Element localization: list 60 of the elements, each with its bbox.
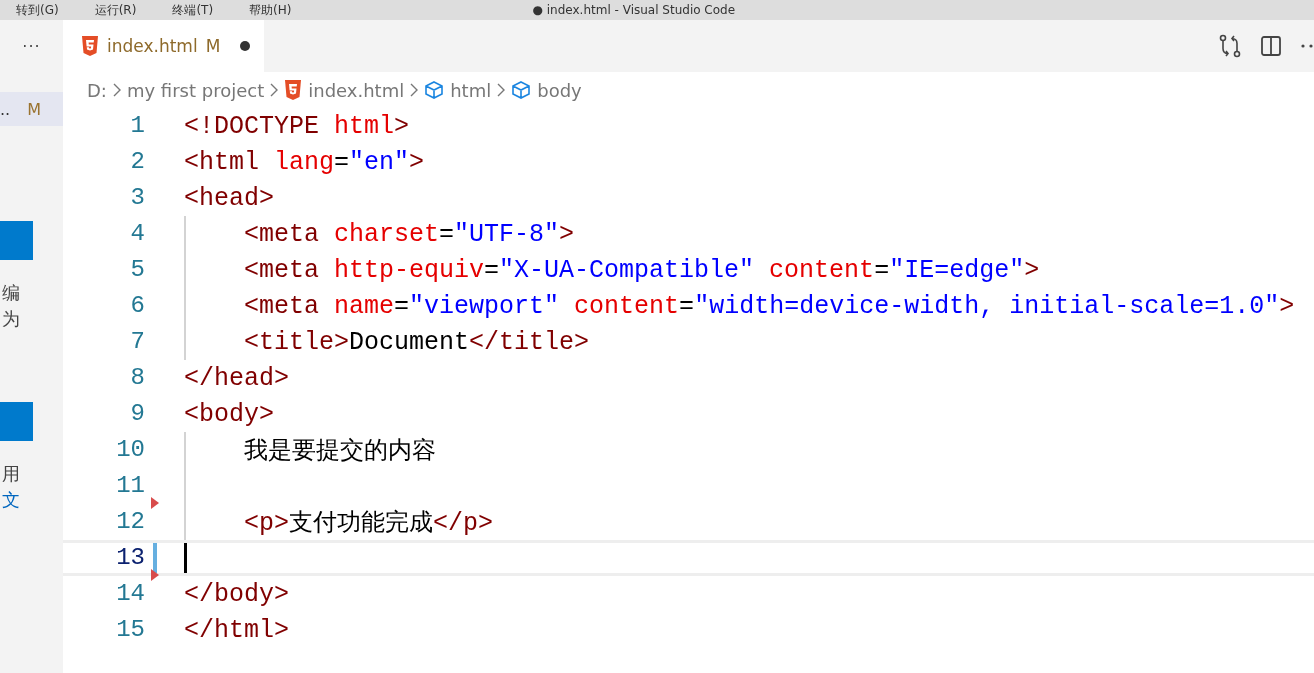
- line-number: 4: [129, 219, 145, 249]
- menu-item[interactable]: 转到(G): [16, 1, 59, 19]
- html5-icon: [81, 36, 99, 56]
- chevron-icon: [497, 83, 506, 97]
- code-line: </body>: [184, 579, 290, 609]
- line-number: 15: [115, 615, 145, 645]
- more-icon[interactable]: [1300, 43, 1314, 49]
- line-number: 10: [115, 435, 145, 465]
- line-number: 13: [115, 543, 145, 573]
- code-line: </html>: [184, 615, 290, 645]
- panel-text: 编: [2, 281, 20, 305]
- unsaved-dot: [240, 41, 251, 51]
- chevron-icon: [112, 83, 121, 97]
- code-line: </head>: [184, 363, 290, 393]
- menu-item[interactable]: 运行(R): [94, 1, 137, 19]
- code-line: <meta http-equiv="X-UA-Compatible" content="IE=edge">: [244, 255, 1040, 285]
- chevron-icon: [270, 83, 279, 97]
- more-actions-button[interactable]: ···: [22, 36, 41, 56]
- line-number: 2: [129, 147, 145, 177]
- panel-text: 为: [2, 307, 20, 331]
- code-line: <meta charset="UTF-8">: [244, 219, 575, 249]
- file-name: ..: [0, 99, 11, 119]
- breadcrumb[interactable]: html: [450, 79, 492, 101]
- breadcrumb[interactable]: D:: [87, 79, 107, 101]
- code-line: <body>: [184, 399, 274, 429]
- code-line: 我是要提交的内容: [244, 435, 436, 466]
- text-cursor: [184, 543, 187, 573]
- code-line: <!DOCTYPE html>: [184, 111, 410, 141]
- compare-changes-icon[interactable]: [1218, 34, 1242, 58]
- line-number: 11: [115, 471, 145, 501]
- line-number: 8: [129, 363, 145, 393]
- code-line: <head>: [184, 183, 274, 213]
- explorer-item[interactable]: .. M: [0, 92, 63, 126]
- line-number: 9: [129, 399, 145, 429]
- split-editor-icon[interactable]: [1260, 35, 1282, 57]
- chevron-icon: [410, 83, 419, 97]
- line-number: 12: [115, 507, 145, 537]
- line-number: 3: [129, 183, 145, 213]
- code-line: <p>支付功能完成</p>: [244, 507, 494, 538]
- window-title: ● index.html - Visual Studio Code: [532, 3, 736, 17]
- breadcrumb[interactable]: index.html: [308, 79, 405, 101]
- editor-tab[interactable]: index.html M: [63, 20, 265, 72]
- panel-text: 用: [2, 462, 20, 486]
- code-line: <title>Document</title>: [244, 327, 590, 357]
- breadcrumb[interactable]: my first project: [126, 79, 265, 101]
- line-number: 14: [115, 579, 145, 609]
- cube-icon: [511, 81, 532, 99]
- line-number: 6: [129, 291, 145, 321]
- line-number: 5: [129, 255, 145, 285]
- code-line: <meta name="viewport" content="width=device-width, initial-scale=1.0">: [244, 291, 1295, 321]
- modified-label: M: [27, 99, 41, 119]
- menu-item[interactable]: 帮助(H): [249, 1, 292, 19]
- code-line: <html lang="en">: [184, 147, 425, 177]
- line-number: 7: [129, 327, 145, 357]
- menu-item[interactable]: 终端(T): [172, 1, 214, 19]
- html5-icon: [284, 80, 303, 100]
- cube-icon: [424, 81, 445, 99]
- line-number: 1: [129, 111, 145, 141]
- panel-text: 文: [2, 488, 20, 512]
- breadcrumb[interactable]: body: [537, 79, 582, 101]
